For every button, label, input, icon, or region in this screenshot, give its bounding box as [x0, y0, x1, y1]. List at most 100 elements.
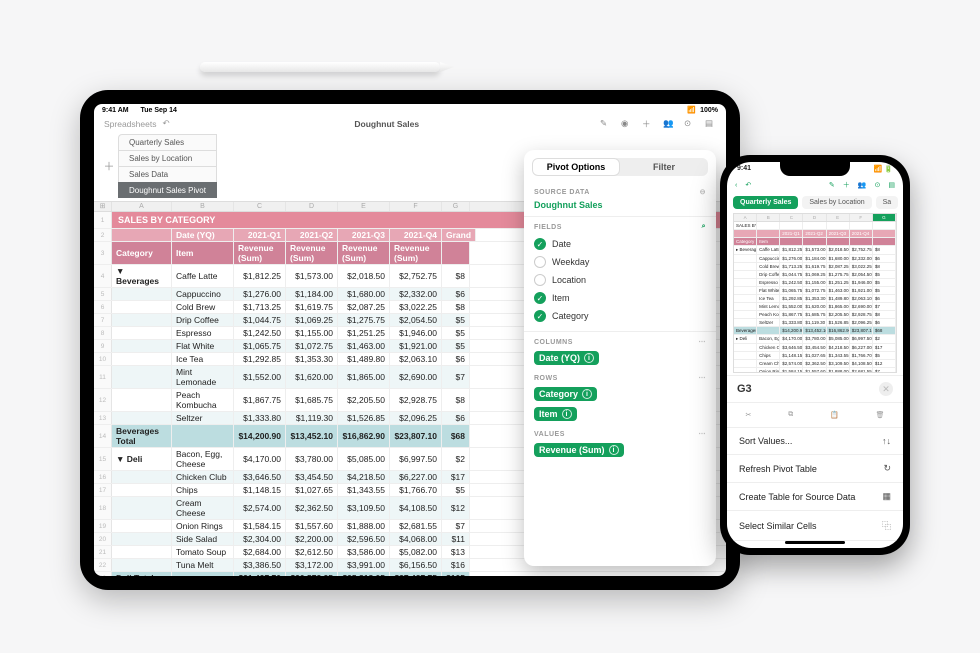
undo-icon[interactable]: ↶ — [745, 181, 751, 189]
item-cell[interactable]: Bacon, Egg, Cheese — [172, 448, 234, 470]
grand-cell[interactable]: $5 — [442, 484, 470, 496]
category-cell[interactable] — [112, 353, 172, 365]
value-cell[interactable]: $1,292.85 — [234, 353, 286, 365]
context-menu-item[interactable]: Refresh Pivot Table↻ — [727, 455, 903, 483]
value-cell[interactable]: $1,119.30 — [286, 412, 338, 424]
iphone-col-header[interactable]: E — [827, 214, 850, 221]
category-cell[interactable] — [112, 288, 172, 300]
item-cell[interactable]: Peach Kombucha — [172, 389, 234, 411]
iphone-col-header[interactable]: G — [873, 214, 896, 221]
measure-header[interactable]: Revenue (Sum) — [338, 242, 390, 264]
value-cell[interactable]: $1,184.00 — [286, 288, 338, 300]
chip-info-icon[interactable]: i — [584, 353, 594, 363]
field-row[interactable]: Weekday — [530, 253, 710, 271]
category-cell[interactable] — [112, 533, 172, 545]
value-cell[interactable]: $5,082.00 — [390, 546, 442, 558]
item-cell[interactable]: Tomato Soup — [172, 546, 234, 558]
sheet-tab[interactable]: Doughnut Sales Pivot — [118, 182, 217, 198]
value-cell[interactable]: $1,619.75 — [286, 301, 338, 313]
iphone-col-header[interactable]: D — [803, 214, 826, 221]
field-row[interactable]: Location — [530, 271, 710, 289]
item-cell[interactable]: Caffe Latte — [172, 265, 234, 287]
column-header[interactable]: F — [390, 202, 442, 211]
value-cell[interactable]: $2,690.00 — [390, 366, 442, 388]
measure-header[interactable]: Revenue (Sum) — [234, 242, 286, 264]
grand-cell[interactable]: $6 — [442, 353, 470, 365]
total-label[interactable]: Deli Total — [112, 572, 172, 576]
total-value[interactable]: $20,573.25 — [286, 572, 338, 576]
value-cell[interactable]: $3,454.50 — [286, 471, 338, 483]
corner-cell[interactable]: ⊞ — [94, 202, 112, 211]
grand-header[interactable]: Grand — [442, 229, 476, 241]
category-cell[interactable] — [112, 301, 172, 313]
value-cell[interactable]: $1,155.00 — [286, 327, 338, 339]
chip-info-icon[interactable]: i — [609, 445, 619, 455]
grand-cell[interactable]: $8 — [442, 389, 470, 411]
item-cell[interactable]: Drip Coffee — [172, 314, 234, 326]
grand-cell[interactable]: $6 — [442, 288, 470, 300]
more-icon[interactable]: ⊙ — [684, 118, 695, 129]
field-checkbox[interactable] — [534, 256, 546, 268]
total-value[interactable]: $37,437.75 — [390, 572, 442, 576]
total-value[interactable]: $23,807.10 — [390, 425, 442, 447]
value-cell[interactable]: $2,684.00 — [234, 546, 286, 558]
columns-more-icon[interactable]: ⋯ — [699, 338, 707, 346]
category-cell[interactable] — [112, 559, 172, 571]
category-cell[interactable]: ▼ Beverages — [112, 265, 172, 287]
total-grand[interactable]: $105 — [442, 572, 470, 576]
cut-icon[interactable]: ✂ — [745, 411, 751, 419]
item-cell[interactable]: Tuna Melt — [172, 559, 234, 571]
value-cell[interactable]: $2,681.55 — [390, 520, 442, 532]
seg-pivot-options[interactable]: Pivot Options — [532, 158, 620, 176]
value-cell[interactable]: $1,867.75 — [234, 389, 286, 411]
value-cell[interactable]: $1,713.25 — [234, 301, 286, 313]
sidebar-icon[interactable]: ▤ — [705, 118, 716, 129]
search-fields-icon[interactable]: ⌕ — [702, 223, 706, 231]
iphone-grid[interactable]: ABCDEFG SALES BY CATEGORY2021-Q12021-Q22… — [733, 213, 897, 373]
total-value[interactable]: $25,818.05 — [338, 572, 390, 576]
value-cell[interactable]: $1,251.25 — [338, 327, 390, 339]
item-cell[interactable]: Flat White — [172, 340, 234, 352]
value-cell[interactable]: $1,921.00 — [390, 340, 442, 352]
column-header[interactable]: G — [442, 202, 470, 211]
value-cell[interactable]: $1,489.80 — [338, 353, 390, 365]
sidebar-icon[interactable]: ▤ — [888, 181, 895, 189]
value-cell[interactable]: $1,275.75 — [338, 314, 390, 326]
value-cell[interactable]: $3,386.50 — [234, 559, 286, 571]
item-cell[interactable]: Seltzer — [172, 412, 234, 424]
format-icon[interactable]: ✎ — [829, 181, 835, 189]
values-more-icon[interactable]: ⋯ — [699, 430, 707, 438]
value-cell[interactable]: $2,596.50 — [338, 533, 390, 545]
category-cell[interactable] — [112, 546, 172, 558]
context-menu-item[interactable]: Sort Values...↑↓ — [727, 428, 903, 455]
cell[interactable] — [442, 242, 470, 264]
insert-icon[interactable]: ＋ — [642, 118, 653, 129]
value-cell[interactable]: $1,276.00 — [234, 288, 286, 300]
value-cell[interactable]: $3,109.50 — [338, 497, 390, 519]
source-data-name[interactable]: Doughnut Sales — [524, 198, 716, 217]
total-value[interactable]: $14,200.90 — [234, 425, 286, 447]
quarter-header[interactable]: 2021-Q3 — [338, 229, 390, 241]
cell[interactable] — [172, 572, 234, 576]
value-cell[interactable]: $6,156.50 — [390, 559, 442, 571]
iphone-sheet-tab[interactable]: Sales by Location — [802, 196, 871, 209]
sheet-tab[interactable]: Sales Data — [118, 166, 217, 182]
iphone-col-header[interactable]: B — [757, 214, 780, 221]
quarter-header[interactable]: 2021-Q2 — [286, 229, 338, 241]
pivot-chip[interactable]: Itemi — [534, 407, 577, 421]
category-cell[interactable] — [112, 327, 172, 339]
item-cell[interactable]: Chips — [172, 484, 234, 496]
value-cell[interactable]: $1,685.75 — [286, 389, 338, 411]
copy-icon[interactable]: ⧉ — [788, 411, 793, 419]
value-cell[interactable]: $3,022.25 — [390, 301, 442, 313]
category-cell[interactable] — [112, 497, 172, 519]
item-cell[interactable]: Ice Tea — [172, 353, 234, 365]
iphone-col-header[interactable]: F — [850, 214, 873, 221]
category-cell[interactable] — [112, 314, 172, 326]
value-cell[interactable]: $2,574.00 — [234, 497, 286, 519]
undo-icon[interactable]: ↶ — [162, 118, 173, 129]
value-cell[interactable]: $2,087.25 — [338, 301, 390, 313]
more-icon[interactable]: ⊙ — [875, 181, 881, 189]
cell[interactable] — [112, 229, 172, 241]
collab-icon[interactable]: 👥 — [663, 118, 674, 129]
